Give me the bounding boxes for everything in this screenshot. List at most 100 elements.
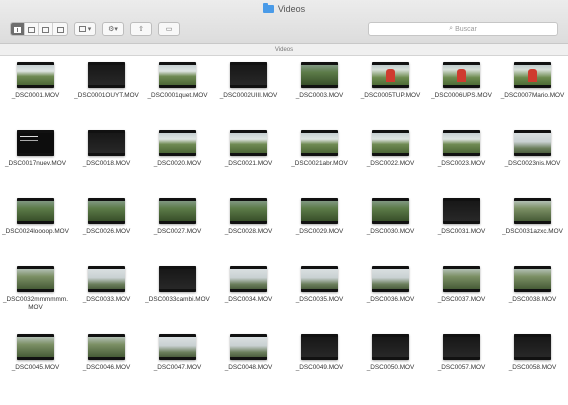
file-name: _DSC0028.MOV [224,228,273,235]
file-name: _DSC0057.MOV [437,364,486,371]
video-thumbnail [159,266,196,292]
finder-window: Videos ▾ ⚙▾ ⇧ ▭ ⌕ Buscar Videos _DSC0001… [0,0,568,405]
video-thumbnail [301,62,338,88]
file-item[interactable]: _DSC0001OUYT.MOV [71,58,142,122]
share-icon: ⇧ [138,26,144,33]
file-name: _DSC0046.MOV [82,364,131,371]
search-field[interactable]: ⌕ Buscar [368,22,558,36]
file-item[interactable]: _DSC0058.MOV [497,330,568,394]
file-item[interactable]: _DSC0023nis.MOV [497,126,568,190]
file-item[interactable]: _DSC0034.MOV [213,262,284,326]
video-thumbnail [372,62,409,88]
file-item[interactable]: _DSC0001quet.MOV [142,58,213,122]
video-thumbnail [443,130,480,156]
file-name: _DSC0023.MOV [437,160,486,167]
file-item[interactable]: _DSC0001.MOV [0,58,71,122]
file-item[interactable]: _DSC0006UPS.MOV [426,58,497,122]
tags-button[interactable]: ▭ [158,22,180,36]
file-item[interactable]: _DSC0031azxc.MOV [497,194,568,258]
video-thumbnail [17,198,54,224]
file-item[interactable]: _DSC0003.MOV [284,58,355,122]
video-thumbnail [301,198,338,224]
file-item[interactable]: _DSC0020.MOV [142,126,213,190]
tag-icon: ▭ [165,26,173,33]
file-item[interactable]: _DSC0033.MOV [71,262,142,326]
file-item[interactable]: _DSC0028.MOV [213,194,284,258]
file-item[interactable]: _DSC0057.MOV [426,330,497,394]
file-item[interactable]: _DSC0032mmmmmm.MOV [0,262,71,326]
file-name: _DSC0032mmmmmm.MOV [3,296,68,311]
video-thumbnail [88,62,125,88]
column-view-button[interactable] [39,23,53,35]
file-name: _DSC0007Mario.MOV [500,92,565,99]
file-item[interactable]: _DSC0007Mario.MOV [497,58,568,122]
file-name: _DSC0029.MOV [295,228,344,235]
gallery-icon [56,27,64,33]
video-thumbnail [230,334,267,360]
file-item[interactable]: _DSC0050.MOV [355,330,426,394]
video-thumbnail [372,198,409,224]
file-item[interactable]: _DSC0036.MOV [355,262,426,326]
video-thumbnail [17,130,54,156]
file-item[interactable]: _DSC0026.MOV [71,194,142,258]
file-item[interactable]: _DSC0029.MOV [284,194,355,258]
video-thumbnail [443,334,480,360]
search-placeholder: Buscar [455,25,477,33]
window-title-text: Videos [277,4,306,14]
video-thumbnail [301,266,338,292]
video-thumbnail [230,198,267,224]
video-thumbnail [443,198,480,224]
share-button[interactable]: ⇧ [130,22,152,36]
file-name: _DSC0001OUYT.MOV [74,92,139,99]
file-item[interactable]: _DSC0023.MOV [426,126,497,190]
file-item[interactable]: _DSC0033cambi.MOV [142,262,213,326]
toolbar: ▾ ⚙▾ ⇧ ▭ [10,22,180,36]
file-name: _DSC0017nuev.MOV [5,160,66,167]
file-item[interactable]: _DSC0045.MOV [0,330,71,394]
arrange-button[interactable]: ▾ [74,22,96,36]
file-name: _DSC0058.MOV [508,364,557,371]
person-figure [386,69,395,82]
view-mode-control [10,22,68,36]
video-thumbnail [88,130,125,156]
person-figure [528,69,537,82]
video-thumbnail [159,62,196,88]
file-item[interactable]: _DSC0031.MOV [426,194,497,258]
list-view-button[interactable] [25,23,39,35]
file-item[interactable]: _DSC0017nuev.MOV [0,126,71,190]
person-figure [457,69,466,82]
action-button[interactable]: ⚙▾ [102,22,124,36]
file-item[interactable]: _DSC0005TUP.MOV [355,58,426,122]
columns-icon [42,27,49,33]
file-item[interactable]: _DSC0027.MOV [142,194,213,258]
file-item[interactable]: _DSC0021.MOV [213,126,284,190]
arrange-icon [78,26,86,32]
video-thumbnail [514,130,551,156]
file-name: _DSC0049.MOV [295,364,344,371]
file-item[interactable]: _DSC0021abr.MOV [284,126,355,190]
file-item[interactable]: _DSC0047.MOV [142,330,213,394]
file-item[interactable]: _DSC0035.MOV [284,262,355,326]
search-icon: ⌕ [449,25,454,32]
file-item[interactable]: _DSC0038.MOV [497,262,568,326]
file-item[interactable]: _DSC0049.MOV [284,330,355,394]
video-thumbnail [514,198,551,224]
icon-view-button[interactable] [11,23,25,35]
file-name: _DSC0034.MOV [224,296,273,303]
file-item[interactable]: _DSC0030.MOV [355,194,426,258]
file-item[interactable]: _DSC0002UIII.MOV [213,58,284,122]
file-name: _DSC0045.MOV [11,364,60,371]
gear-icon: ⚙▾ [108,26,118,33]
file-item[interactable]: _DSC0018.MOV [71,126,142,190]
gallery-view-button[interactable] [53,23,67,35]
file-name: _DSC0035.MOV [295,296,344,303]
file-name: _DSC0021.MOV [224,160,273,167]
file-item[interactable]: _DSC0022.MOV [355,126,426,190]
file-item[interactable]: _DSC0024loooop.MOV [0,194,71,258]
file-item[interactable]: _DSC0037.MOV [426,262,497,326]
file-name: _DSC0024loooop.MOV [2,228,69,235]
file-item[interactable]: _DSC0048.MOV [213,330,284,394]
file-name: _DSC0002UIII.MOV [219,92,278,99]
video-thumbnail [230,62,267,88]
file-item[interactable]: _DSC0046.MOV [71,330,142,394]
